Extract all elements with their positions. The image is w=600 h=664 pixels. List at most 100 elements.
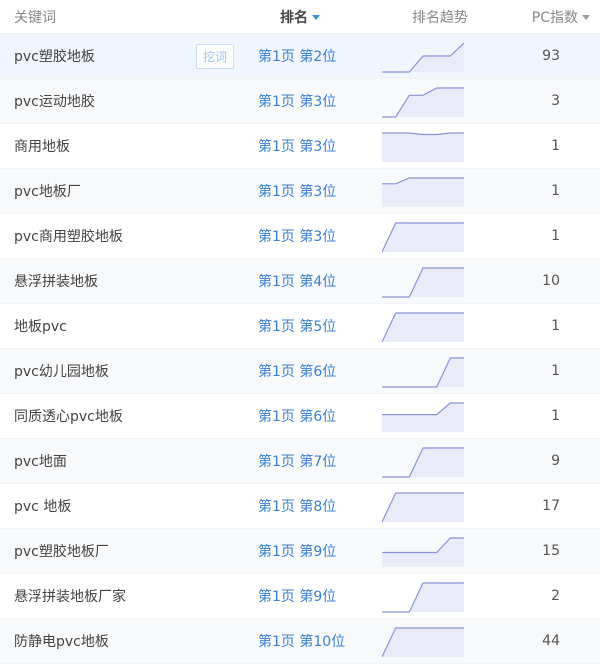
pc-index-value: 17 [542, 498, 560, 514]
sort-desc-icon[interactable] [312, 15, 320, 20]
table-row[interactable]: pvc地面 第1页 第7位 9 [0, 439, 600, 484]
keyword-text[interactable]: 同质透心pvc地板 [14, 406, 123, 426]
pc-index-value: 1 [551, 363, 560, 379]
trend-cell [370, 399, 500, 433]
keyword-text[interactable]: pvc商用塑胶地板 [14, 226, 123, 246]
keyword-text[interactable]: pvc运动地胶 [14, 91, 95, 111]
pc-index-value: 1 [551, 228, 560, 244]
pc-index-value: 44 [542, 633, 560, 649]
keyword-cell: 悬浮拼装地板厂家 [0, 586, 250, 606]
trend-area [382, 43, 464, 72]
trend-cell [370, 579, 500, 613]
table-row[interactable]: 悬浮拼装地板厂家 第1页 第9位 2 [0, 574, 600, 619]
keyword-text[interactable]: 悬浮拼装地板厂家 [14, 586, 126, 606]
keyword-text[interactable]: pvc地板厂 [14, 181, 81, 201]
pc-index-value: 1 [551, 408, 560, 424]
keyword-text[interactable]: pvc 地板 [14, 496, 71, 516]
trend-cell [370, 39, 500, 73]
keyword-cell: 防静电pvc地板 [0, 631, 250, 651]
keyword-text[interactable]: pvc幼儿园地板 [14, 361, 109, 381]
trend-area [382, 133, 464, 162]
trend-area [382, 268, 464, 297]
rank-link[interactable]: 第1页 第2位 [250, 46, 370, 66]
rank-link[interactable]: 第1页 第3位 [250, 136, 370, 156]
table-row[interactable]: 地板pvc 第1页 第5位 1 [0, 304, 600, 349]
rank-link[interactable]: 第1页 第9位 [250, 541, 370, 561]
trend-cell [370, 354, 500, 388]
pc-index-value: 1 [551, 183, 560, 199]
rank-link[interactable]: 第1页 第5位 [250, 316, 370, 336]
trend-sparkline [382, 87, 464, 118]
pc-index-value: 10 [542, 273, 560, 289]
keyword-text[interactable]: pvc塑胶地板厂 [14, 541, 109, 561]
table-row[interactable]: 悬浮拼装地板 第1页 第4位 10 [0, 259, 600, 304]
trend-sparkline [382, 357, 464, 388]
keyword-text[interactable]: pvc地面 [14, 451, 67, 471]
keyword-text[interactable]: 地板pvc [14, 316, 67, 336]
table-row[interactable]: pvc地板厂 第1页 第3位 1 [0, 169, 600, 214]
table-row[interactable]: pvc幼儿园地板 第1页 第6位 1 [0, 349, 600, 394]
trend-area [382, 178, 464, 207]
keyword-cell: pvc地面 [0, 451, 250, 471]
rank-link[interactable]: 第1页 第3位 [250, 181, 370, 201]
keyword-text[interactable]: 商用地板 [14, 136, 70, 156]
keyword-cell: pvc 地板 [0, 496, 250, 516]
keyword-text[interactable]: 防静电pvc地板 [14, 631, 109, 651]
pc-index-value: 2 [551, 588, 560, 604]
rank-link[interactable]: 第1页 第9位 [250, 586, 370, 606]
keyword-cell: pvc塑胶地板 挖词 [0, 43, 250, 69]
trend-area [382, 88, 464, 117]
trend-sparkline [382, 537, 464, 567]
pc-index-value: 9 [551, 453, 560, 469]
keyword-cell: pvc商用塑胶地板 [0, 226, 250, 246]
pc-index-value: 1 [551, 138, 560, 154]
trend-sparkline [382, 42, 464, 73]
table-row[interactable]: pvc塑胶地板厂 第1页 第9位 15 [0, 529, 600, 574]
keyword-cell: pvc地板厂 [0, 181, 250, 201]
table-row[interactable]: 商用地板 第1页 第3位 1 [0, 124, 600, 169]
header-pc-index-label: PC指数 [531, 9, 578, 26]
rank-link[interactable]: 第1页 第6位 [250, 361, 370, 381]
table-row[interactable]: pvc塑胶地板 挖词 第1页 第2位 93 [0, 34, 600, 79]
header-keyword: 关键词 [14, 9, 56, 26]
table-row[interactable]: 防静电pvc地板 第1页 第10位 44 [0, 619, 600, 664]
trend-cell [370, 309, 500, 343]
rank-link[interactable]: 第1页 第7位 [250, 451, 370, 471]
dig-words-button[interactable]: 挖词 [195, 43, 234, 69]
rank-link[interactable]: 第1页 第3位 [250, 226, 370, 246]
trend-cell [370, 264, 500, 298]
rank-link[interactable]: 第1页 第6位 [250, 406, 370, 426]
trend-sparkline [382, 492, 464, 523]
table-row[interactable]: pvc商用塑胶地板 第1页 第3位 1 [0, 214, 600, 259]
pc-index-value: 3 [551, 93, 560, 109]
table-header: 关键词 排名 排名趋势 PC指数 [0, 0, 600, 34]
header-rank-label: 排名 [280, 9, 308, 26]
sort-caret-icon[interactable] [582, 15, 590, 20]
trend-sparkline [382, 177, 464, 207]
rank-link[interactable]: 第1页 第3位 [250, 91, 370, 111]
rank-link[interactable]: 第1页 第4位 [250, 271, 370, 291]
trend-cell [370, 534, 500, 568]
trend-area [382, 403, 464, 432]
table-row[interactable]: pvc 地板 第1页 第8位 17 [0, 484, 600, 529]
pc-index-value: 15 [542, 543, 560, 559]
keyword-cell: 商用地板 [0, 136, 250, 156]
trend-sparkline [382, 447, 464, 478]
trend-sparkline [382, 312, 464, 343]
header-pc-index[interactable]: PC指数 [500, 7, 600, 27]
keyword-text[interactable]: 悬浮拼装地板 [14, 271, 98, 291]
trend-cell [370, 489, 500, 523]
rank-link[interactable]: 第1页 第10位 [250, 631, 370, 651]
table-row[interactable]: pvc运动地胶 第1页 第3位 3 [0, 79, 600, 124]
trend-cell [370, 219, 500, 253]
table-row[interactable]: 同质透心pvc地板 第1页 第6位 1 [0, 394, 600, 439]
trend-area [382, 448, 464, 477]
rank-link[interactable]: 第1页 第8位 [250, 496, 370, 516]
trend-sparkline [382, 582, 464, 613]
trend-sparkline [382, 402, 464, 432]
keyword-text[interactable]: pvc塑胶地板 [14, 46, 95, 66]
trend-area [382, 358, 464, 387]
trend-cell [370, 624, 500, 658]
header-rank[interactable]: 排名 [250, 7, 370, 27]
keyword-cell: 悬浮拼装地板 [0, 271, 250, 291]
